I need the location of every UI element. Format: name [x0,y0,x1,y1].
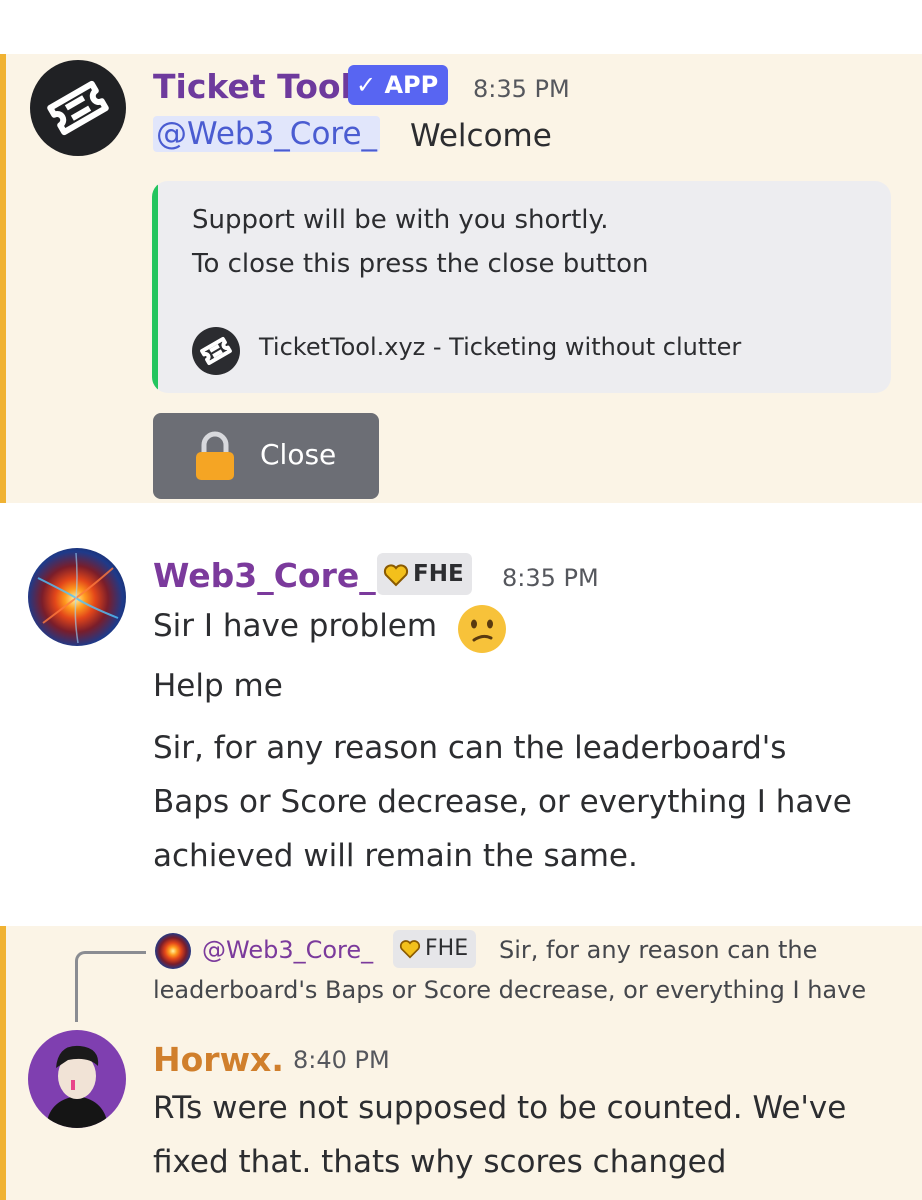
message-text: Sir, for any reason can the leaderboard'… [153,730,787,766]
reply-referenced-mention[interactable]: @Web3_Core_ [202,936,373,964]
horwx-avatar[interactable] [28,1030,126,1128]
avatar-illustration [46,1045,108,1128]
confused-face-icon [458,605,506,653]
app-badge-label: APP [384,71,439,99]
embed-description-line-1: Support will be with you shortly. [192,205,609,235]
embed-footer-icon [192,327,240,375]
verified-check-icon: ✓ [356,71,377,99]
author-name-ticket-tool[interactable]: Ticket Tool [153,67,352,106]
server-tag-badge[interactable]: FHE [377,553,472,595]
message-text: Welcome [410,118,552,154]
embed-footer-text[interactable]: TicketTool.xyz - Ticketing without clutt… [259,333,741,361]
app-badge: ✓ APP [348,65,449,105]
message-text: Help me [153,668,283,704]
web3-core-avatar[interactable] [28,548,126,646]
server-tag-label: FHE [413,561,464,587]
close-ticket-button[interactable]: Close [153,413,379,499]
message-timestamp: 8:40 PM [293,1046,390,1074]
reply-preview-text[interactable]: leaderboard's Baps or Score decrease, or… [153,976,866,1004]
heart-icon [383,563,409,586]
ticket-icon [47,80,109,136]
author-name-web3-core[interactable]: Web3_Core_ [153,556,376,595]
embed-color-stripe [152,181,158,393]
ticket-tool-avatar[interactable] [30,60,126,156]
reply-preview-text[interactable]: Sir, for any reason can the [499,936,817,964]
message-text: Sir I have problem [153,608,438,644]
heart-icon [399,940,421,959]
message-text: Baps or Score decrease, or everything I … [153,784,852,820]
mention-highlight-bar [0,54,6,503]
reply-referenced-avatar [155,933,191,969]
reply-connector-line [75,951,146,1022]
author-name-horwx[interactable]: Horwx. [153,1040,284,1079]
avatar-energy-lines [37,552,119,644]
reply-server-tag-badge: FHE [393,930,477,968]
message-text: RTs were not supposed to be counted. We'… [153,1090,847,1126]
message-text: fixed that. thats why scores changed [153,1144,727,1180]
embed-description-line-2: To close this press the close button [192,249,649,279]
embed-card: Support will be with you shortly. To clo… [152,181,891,393]
reply-server-tag-label: FHE [425,936,469,961]
lock-icon [196,431,234,480]
ticket-icon [200,336,232,366]
user-mention[interactable]: @Web3_Core_ [153,116,381,152]
message-timestamp: 8:35 PM [502,564,599,592]
message-timestamp: 8:35 PM [473,75,570,103]
mention-highlight-bar [0,926,6,1200]
close-button-label: Close [260,438,337,471]
message-text: achieved will remain the same. [153,838,638,874]
